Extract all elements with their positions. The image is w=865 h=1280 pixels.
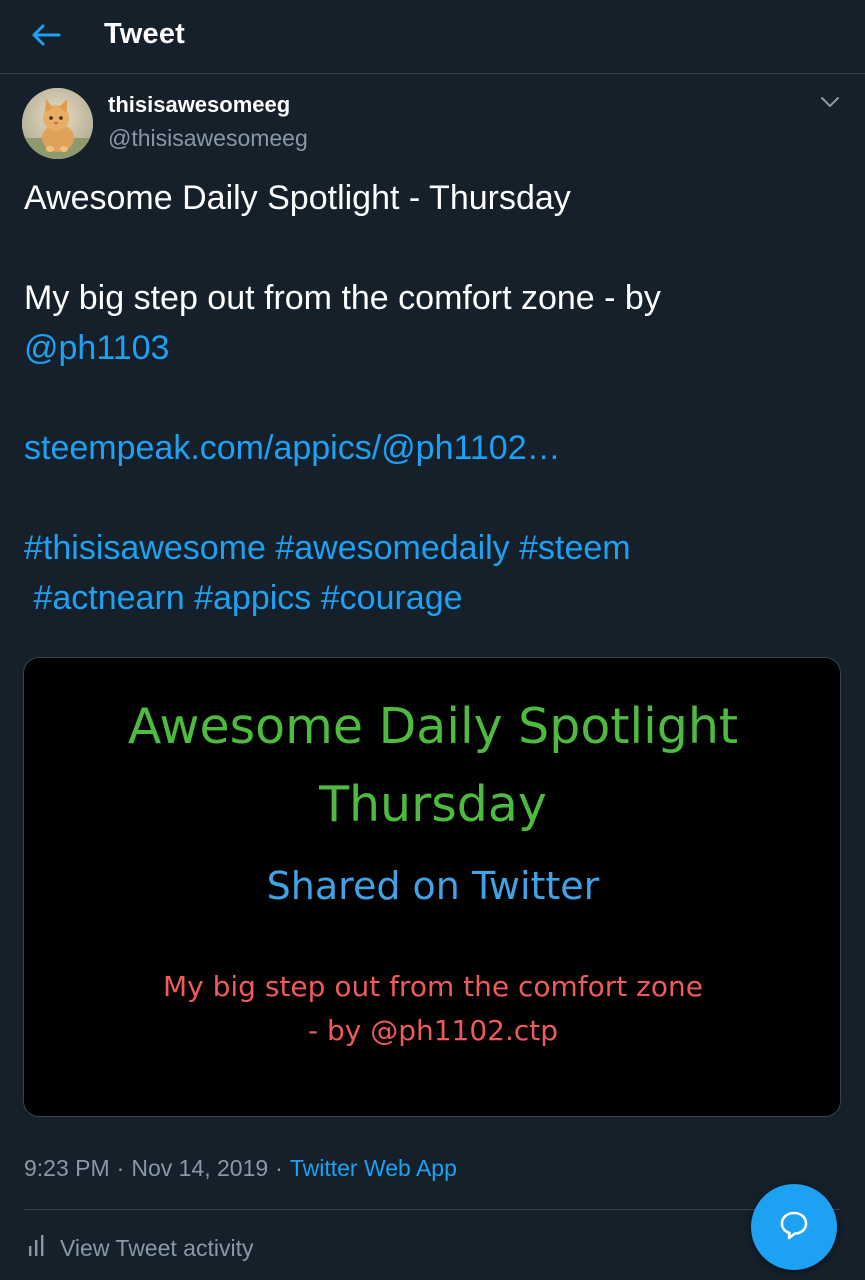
reply-bubble-icon [777,1208,811,1247]
hashtag-links[interactable]: #actnearn #appics #courage [24,579,462,617]
tweet-text: Awesome Daily Spotlight - Thursday My bi… [24,173,839,623]
arrow-left-icon [31,24,61,51]
chevron-down-icon [818,97,842,118]
media-subheading: Shared on Twitter [266,864,600,908]
tweet-url-line: steempeak.com/appics/@ph1102… [24,423,839,473]
mention-link[interactable]: @ph1103 [24,329,169,367]
top-bar: Tweet [0,0,865,74]
tweet-author: thisisawesomeeg @thisisawesomeeg [22,88,842,160]
tweet-mention-line: @ph1103 [24,323,839,373]
media-day: Thursday [319,776,547,833]
tweet-date[interactable]: Nov 14, 2019 [131,1155,268,1181]
meta-separator: · [116,1155,125,1181]
tweet-time[interactable]: 9:23 PM [24,1155,110,1181]
tweet-media-image[interactable]: Awesome Daily Spotlight Thursday Shared … [23,657,841,1117]
tweet-line-body: My big step out from the comfort zone - … [24,279,661,317]
bar-chart-icon [28,1234,60,1262]
tweet-options-button[interactable] [818,90,842,114]
view-tweet-activity-label: View Tweet activity [60,1234,254,1261]
back-button[interactable] [28,20,64,54]
author-display-name[interactable]: thisisawesomeeg [108,92,290,118]
compose-reply-button[interactable] [751,1184,837,1270]
tweet-line-title: Awesome Daily Spotlight - Thursday [24,179,571,217]
hashtags-line: #actnearn #appics #courage [24,573,839,623]
url-link[interactable]: steempeak.com/appics/@ph1102… [24,429,561,467]
tweet-meta: 9:23 PM · Nov 14, 2019 · Twitter Web App [24,1155,457,1182]
page-title: Tweet [104,18,186,50]
meta-separator: · [275,1155,283,1181]
tweet-detail-screen: Tweet thisisawesomeeg @thisisawesomeeg A… [0,0,865,1280]
hashtag-links[interactable]: #thisisawesome #awesomedaily #steem [24,529,631,567]
media-heading: Awesome Daily Spotlight [127,698,739,755]
tweet-source-link[interactable]: Twitter Web App [290,1155,457,1181]
hashtags-line: #thisisawesome #awesomedaily #steem [24,523,839,573]
author-handle[interactable]: @thisisawesomeeg [108,125,308,152]
media-byline: - by @ph1102.ctp [307,1014,559,1047]
divider [24,1209,840,1210]
view-tweet-activity-link[interactable]: View Tweet activity [28,1232,253,1264]
media-caption: My big step out from the comfort zone [163,970,703,1003]
avatar[interactable] [22,88,93,159]
